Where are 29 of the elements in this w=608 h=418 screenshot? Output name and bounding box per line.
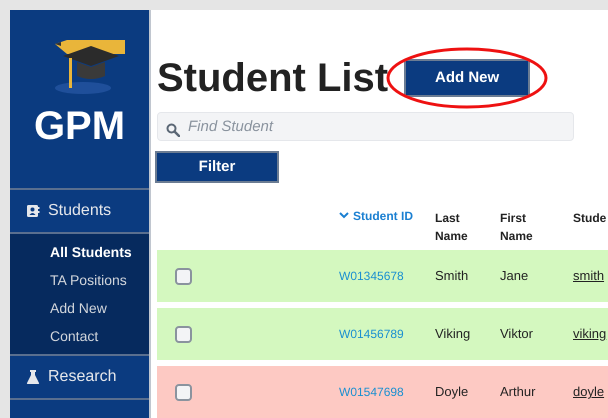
column-header[interactable]: Student ID (339, 209, 435, 245)
email-link[interactable]: smith (573, 266, 604, 286)
table-cell-text: Viktor (500, 325, 534, 344)
column-header[interactable]: Stude (573, 209, 608, 245)
submenu-item[interactable]: TA Positions (50, 266, 149, 294)
table-cell-text: Viking (435, 325, 472, 344)
column-header[interactable]: First Name (500, 209, 573, 245)
sort-chevron-icon (339, 212, 349, 219)
flask-icon (26, 369, 40, 385)
row-checkbox[interactable] (175, 326, 192, 342)
filter-button[interactable]: Filter (155, 150, 279, 183)
email-link[interactable]: viking (573, 324, 606, 344)
logo-text: GPM (34, 106, 126, 146)
table-cell-text: Smith (435, 267, 470, 286)
submenu-item[interactable]: Contact (50, 322, 149, 350)
table-cell-text: Jane (500, 267, 530, 286)
search-field[interactable]: Find Student (157, 112, 574, 141)
table-cell-text: Doyle (435, 383, 470, 402)
column-header[interactable]: Last Name (435, 209, 500, 245)
add-new-button[interactable]: Add New (404, 59, 530, 97)
row-checkbox[interactable] (175, 384, 192, 400)
search-icon (166, 123, 180, 137)
submenu-item[interactable]: All Students (50, 238, 149, 266)
table-cell-text: Arthur (500, 383, 536, 402)
contact-card-icon (26, 204, 40, 218)
email-link[interactable]: doyle (573, 382, 604, 402)
submenu-item[interactable]: Add New (50, 294, 149, 322)
page-title: Student List (157, 58, 388, 98)
row-checkbox[interactable] (175, 268, 192, 284)
